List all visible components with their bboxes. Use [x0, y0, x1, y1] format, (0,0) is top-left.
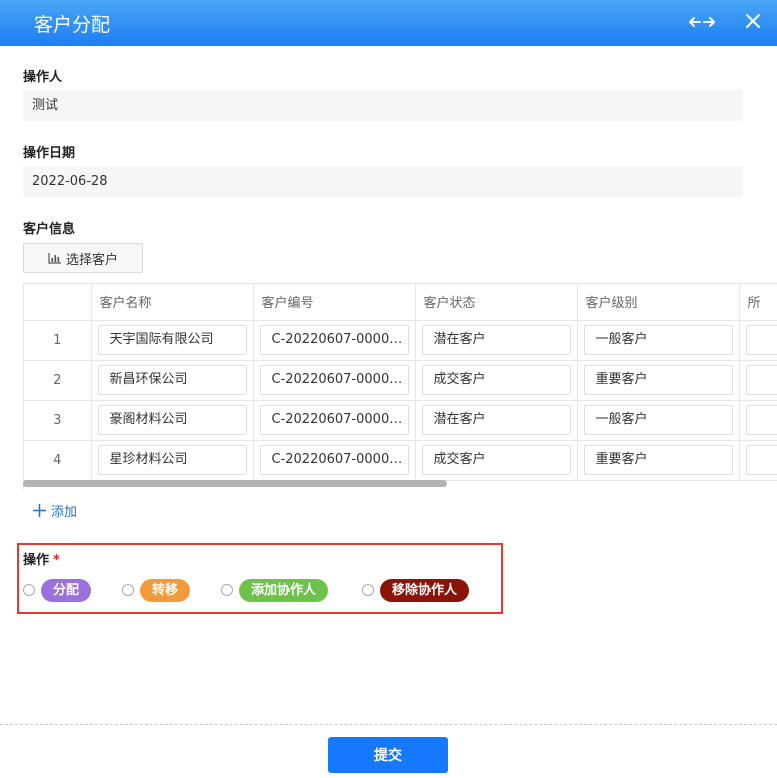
- transfer-pill: 转移: [140, 578, 191, 602]
- row-index: 3: [24, 400, 92, 441]
- footer-divider: [0, 724, 777, 725]
- select-customer-button[interactable]: 选择客户: [23, 243, 143, 273]
- customer-code-field[interactable]: C-20220607-00000…: [259, 445, 409, 475]
- table-row: 2 新昌环保公司 C-20220607-00000… 成交客户 重要客户: [24, 360, 777, 401]
- radio-transfer[interactable]: 转移: [122, 578, 191, 602]
- operator-label: 操作人: [23, 70, 63, 85]
- row-index: 2: [24, 360, 92, 401]
- customer-code-field[interactable]: C-20220607-00000…: [259, 365, 409, 395]
- add-row-label: 添加: [51, 505, 78, 520]
- operation-date-label: 操作日期: [23, 146, 76, 161]
- radio-circle[interactable]: [122, 584, 134, 596]
- customer-info-label: 客户信息: [23, 222, 76, 237]
- operation-label-text: 操作: [23, 553, 50, 568]
- customer-status-field[interactable]: 成交客户: [421, 445, 571, 475]
- arrows-horizontal-icon[interactable]: [688, 13, 716, 31]
- bar-chart-icon: [48, 252, 61, 264]
- customer-table: 客户名称 客户编号 客户状态 客户级别 所 1 天宇国际有限公司 C-20220…: [23, 283, 777, 489]
- table-row: 4 星珍材料公司 C-20220607-00000… 成交客户 重要客户: [24, 440, 777, 481]
- customer-owner-field[interactable]: [745, 325, 777, 355]
- customer-code-field[interactable]: C-20220607-00000…: [259, 405, 409, 435]
- select-customer-label: 选择客户: [65, 252, 118, 268]
- customer-status-field[interactable]: 成交客户: [421, 365, 571, 395]
- operation-date-field: 2022-06-28: [23, 166, 743, 197]
- horizontal-scrollbar[interactable]: [23, 480, 447, 487]
- plus-icon: [33, 504, 46, 517]
- customer-status-field[interactable]: 潜在客户: [421, 405, 571, 435]
- row-index: 4: [24, 440, 92, 481]
- column-header-owner: 所: [739, 284, 777, 321]
- radio-circle[interactable]: [362, 584, 374, 596]
- column-header-level: 客户级别: [577, 284, 740, 321]
- operation-label: 操作 *: [23, 549, 60, 568]
- column-header-name: 客户名称: [91, 284, 254, 321]
- radio-circle[interactable]: [221, 584, 233, 596]
- table-row: 3 豪阁材料公司 C-20220607-00000… 潜在客户 一般客户: [24, 400, 777, 441]
- submit-button[interactable]: 提交: [328, 737, 448, 773]
- column-header-index: [24, 284, 92, 321]
- assign-pill: 分配: [41, 578, 92, 602]
- row-index: 1: [24, 320, 92, 361]
- customer-owner-field[interactable]: [745, 405, 777, 435]
- add-row-link[interactable]: 添加: [33, 501, 77, 520]
- customer-level-field[interactable]: 重要客户: [583, 445, 733, 475]
- column-header-status: 客户状态: [415, 284, 578, 321]
- radio-add-collaborator[interactable]: 添加协作人: [221, 578, 329, 602]
- customer-level-field[interactable]: 一般客户: [583, 405, 733, 435]
- column-header-code: 客户编号: [253, 284, 416, 321]
- customer-status-field[interactable]: 潜在客户: [421, 325, 571, 355]
- customer-owner-field[interactable]: [745, 445, 777, 475]
- customer-level-field[interactable]: 重要客户: [583, 365, 733, 395]
- title-bar: 客户分配: [0, 0, 777, 46]
- table-row: 1 天宇国际有限公司 C-20220607-00000… 潜在客户 一般客户: [24, 320, 777, 361]
- close-icon[interactable]: [745, 13, 761, 29]
- required-mark: *: [53, 553, 60, 568]
- customer-name-field[interactable]: 新昌环保公司: [97, 365, 247, 395]
- customer-name-field[interactable]: 天宇国际有限公司: [97, 325, 247, 355]
- table-header-row: 客户名称 客户编号 客户状态 客户级别 所: [24, 284, 777, 321]
- add-collaborator-pill: 添加协作人: [239, 578, 329, 602]
- customer-name-field[interactable]: 星珍材料公司: [97, 445, 247, 475]
- customer-name-field[interactable]: 豪阁材料公司: [97, 405, 247, 435]
- customer-level-field[interactable]: 一般客户: [583, 325, 733, 355]
- operator-field: 测试: [23, 90, 743, 121]
- dialog-title: 客户分配: [34, 14, 111, 36]
- remove-collaborator-pill: 移除协作人: [380, 578, 470, 602]
- radio-remove-collaborator[interactable]: 移除协作人: [362, 578, 470, 602]
- radio-assign[interactable]: 分配: [23, 578, 92, 602]
- radio-circle[interactable]: [23, 584, 35, 596]
- customer-owner-field[interactable]: [745, 365, 777, 395]
- customer-code-field[interactable]: C-20220607-00000…: [259, 325, 409, 355]
